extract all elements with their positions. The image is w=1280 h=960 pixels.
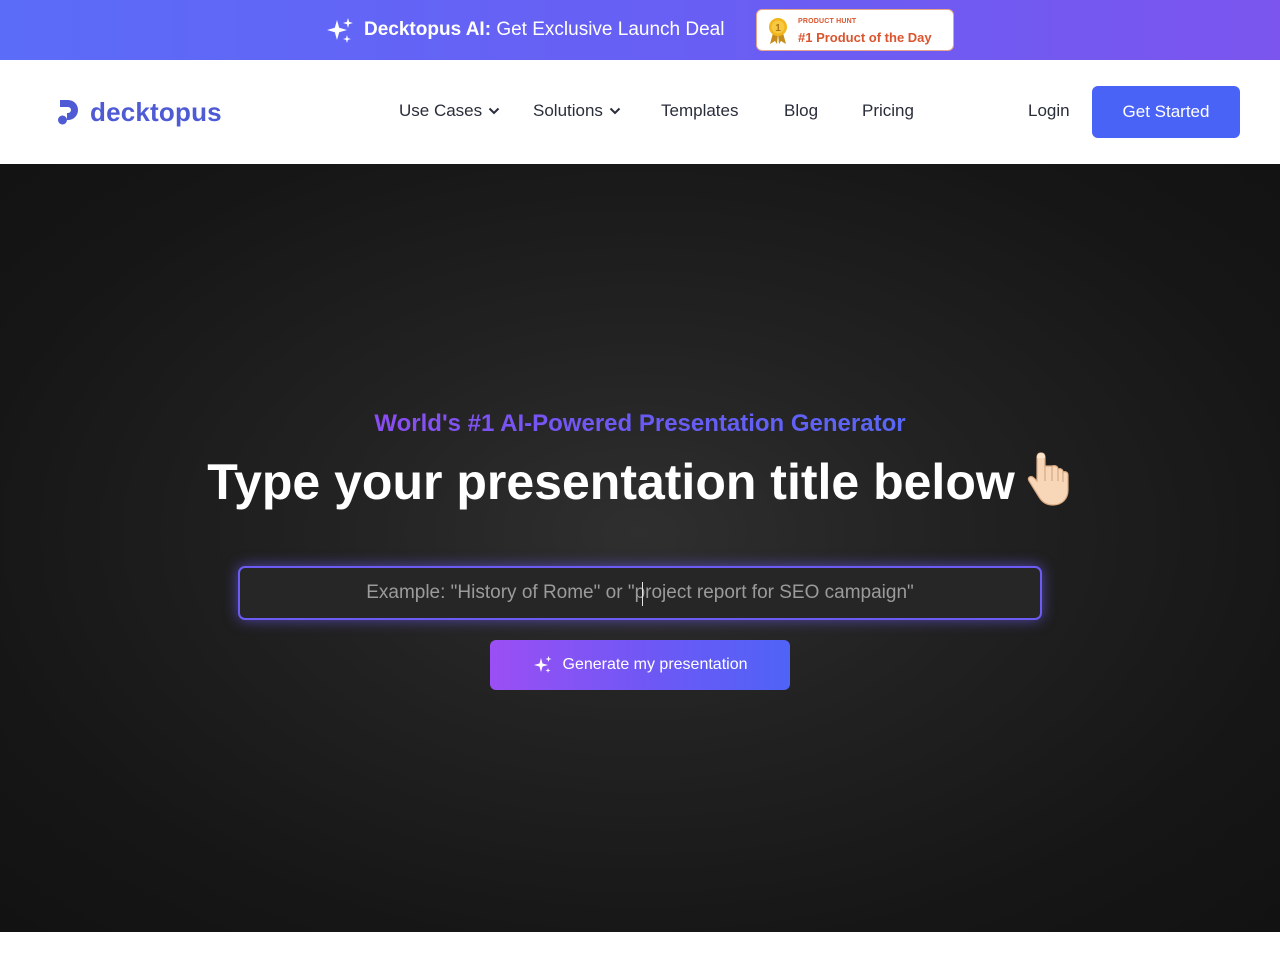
chevron-down-icon xyxy=(488,107,500,115)
announcement-banner[interactable]: Decktopus AI: Get Exclusive Launch Deal … xyxy=(0,0,1280,60)
presentation-title-input[interactable] xyxy=(240,568,1040,618)
hero-section: World's #1 AI-Powered Presentation Gener… xyxy=(0,164,1280,932)
logo[interactable]: decktopus xyxy=(58,97,222,127)
nav-pricing[interactable]: Pricing xyxy=(862,100,914,122)
nav-templates[interactable]: Templates xyxy=(661,100,738,122)
sparkle-icon xyxy=(533,656,551,673)
sparkle-icon xyxy=(327,18,353,43)
badge-label-big: #1 Product of the Day xyxy=(798,30,932,45)
hero-tagline: World's #1 AI-Powered Presentation Gener… xyxy=(0,409,1280,439)
hero-headline-text: Type your presentation title below xyxy=(207,454,1015,510)
banner-text[interactable]: Decktopus AI: Get Exclusive Launch Deal xyxy=(364,17,724,43)
medal-icon: 1 xyxy=(769,18,787,44)
nav-use-cases[interactable]: Use Cases xyxy=(399,100,500,122)
product-hunt-badge[interactable]: 1 PRODUCT HUNT #1 Product of the Day xyxy=(756,9,954,51)
nav-solutions[interactable]: Solutions xyxy=(533,100,621,122)
logo-text: decktopus xyxy=(90,97,222,127)
text-caret xyxy=(642,582,643,606)
banner-brand: Decktopus AI: xyxy=(364,19,492,40)
generate-presentation-button[interactable]: Generate my presentation xyxy=(490,640,790,690)
nav-use-cases-label: Use Cases xyxy=(399,101,483,120)
medal-number: 1 xyxy=(775,23,781,34)
banner-deal-text: Get Exclusive Launch Deal xyxy=(496,19,725,40)
chevron-down-icon xyxy=(609,107,621,115)
login-link[interactable]: Login xyxy=(1028,100,1070,122)
site-header: decktopus Use Cases Solutions Templates … xyxy=(0,60,1280,164)
hero-tagline-text: World's #1 AI-Powered Presentation Gener… xyxy=(374,410,906,437)
pointing-down-hand-icon xyxy=(1027,452,1069,506)
decktopus-logo-icon xyxy=(58,100,78,125)
get-started-button[interactable]: Get Started xyxy=(1092,86,1240,138)
generate-button-label: Generate my presentation xyxy=(562,656,748,673)
nav-solutions-label: Solutions xyxy=(533,101,603,120)
badge-label-small: PRODUCT HUNT xyxy=(798,18,857,25)
nav-blog[interactable]: Blog xyxy=(784,100,818,122)
prompt-field-wrapper xyxy=(238,566,1042,620)
hero-headline: Type your presentation title below xyxy=(0,451,1280,513)
